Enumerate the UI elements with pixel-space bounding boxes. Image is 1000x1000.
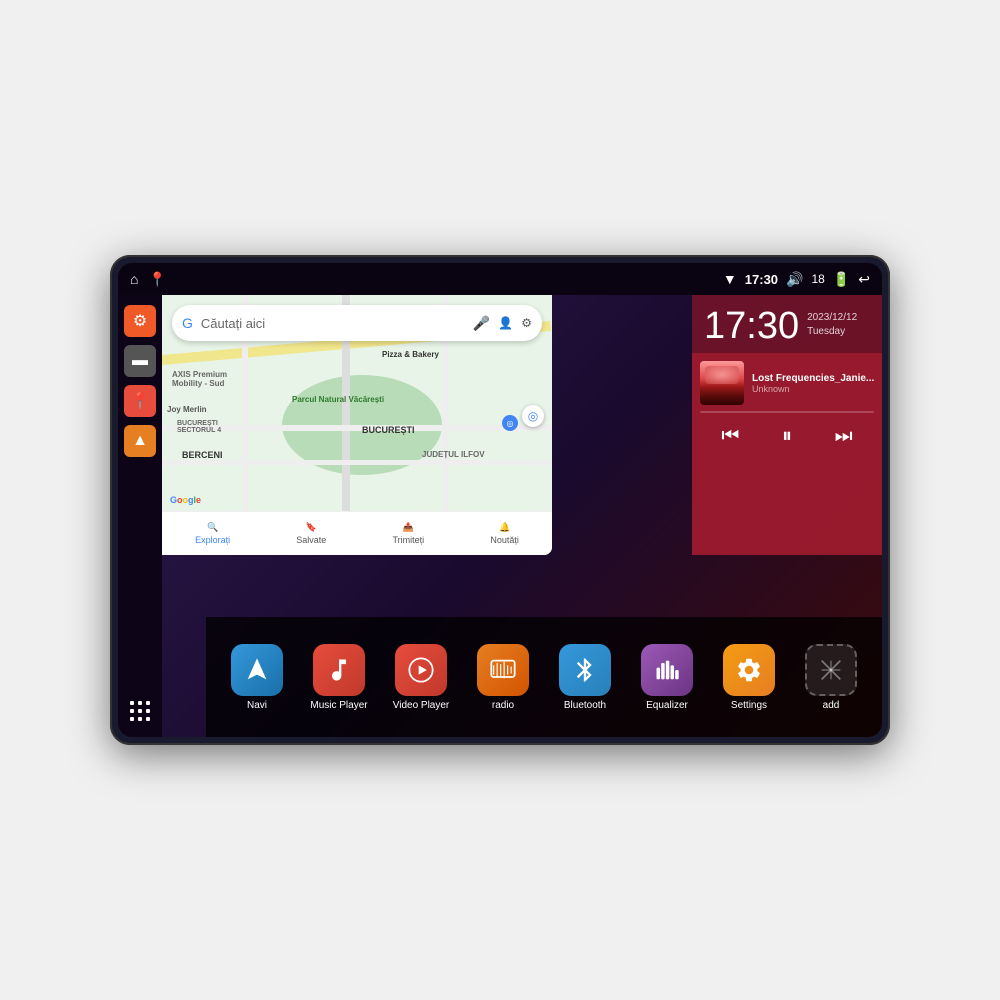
map-google-icon: G	[182, 315, 193, 331]
music-text: Lost Frequencies_Janie... Unknown	[752, 373, 874, 394]
music-section: Lost Frequencies_Janie... Unknown ⏮ ⏸ ⏭	[692, 353, 882, 555]
next-button[interactable]: ⏭	[831, 421, 857, 452]
prev-button[interactable]: ⏮	[717, 421, 743, 452]
pause-button[interactable]: ⏸	[778, 421, 796, 452]
settings-icon	[723, 644, 775, 696]
app-equalizer[interactable]: Equalizer	[637, 644, 697, 711]
map-search-text: Căutați aici	[201, 316, 465, 331]
sidebar-map[interactable]: 📍	[124, 385, 156, 417]
device-outer: ⌂ 📍 ▼ 17:30 🔊 18 🔋 ↩	[110, 255, 890, 745]
volume-icon: 🔊	[786, 271, 803, 288]
main-content: ⚙ ▬ 📍 ▲	[118, 295, 882, 737]
sidebar-apps[interactable]	[124, 695, 156, 727]
wifi-icon: ▼	[723, 271, 737, 287]
app-navi[interactable]: Navi	[227, 644, 287, 711]
map-account-icon[interactable]: 👤	[498, 316, 513, 330]
center-area: AXIS PremiumMobility - Sud Pizza & Baker…	[162, 295, 882, 737]
map-share[interactable]: 📤 Trimiteți	[393, 522, 425, 545]
app-bluetooth[interactable]: Bluetooth	[555, 644, 615, 711]
map-search-bar[interactable]: G Căutați aici 🎤 👤 ⚙	[172, 305, 542, 341]
clock-time: 17:30	[704, 307, 799, 345]
right-panel: 17:30 2023/12/12 Tuesday	[692, 295, 882, 555]
music-controls: ⏮ ⏸ ⏭	[700, 421, 874, 452]
settings-label: Settings	[731, 700, 767, 711]
video-label: Video Player	[393, 700, 450, 711]
music-label: Music Player	[310, 700, 367, 711]
sidebar-nav[interactable]: ▲	[124, 425, 156, 457]
video-icon	[395, 644, 447, 696]
navi-label: Navi	[247, 700, 267, 711]
app-radio[interactable]: radio	[473, 644, 533, 711]
device-screen: ⌂ 📍 ▼ 17:30 🔊 18 🔋 ↩	[118, 263, 882, 737]
album-art-image	[700, 361, 744, 405]
clock-section: 17:30 2023/12/12 Tuesday	[692, 295, 882, 353]
status-left: ⌂ 📍	[130, 271, 166, 288]
equalizer-icon	[641, 644, 693, 696]
add-label: add	[823, 700, 840, 711]
status-bar: ⌂ 📍 ▼ 17:30 🔊 18 🔋 ↩	[118, 263, 882, 295]
battery-count: 18	[811, 272, 824, 286]
map-settings-icon[interactable]: ⚙	[521, 316, 532, 330]
bluetooth-icon	[559, 644, 611, 696]
radio-icon	[477, 644, 529, 696]
album-art	[700, 361, 744, 405]
app-grid: Navi Music Player	[206, 617, 882, 737]
clock-date: 2023/12/12 Tuesday	[807, 311, 857, 339]
app-video[interactable]: Video Player	[391, 644, 451, 711]
navi-icon	[231, 644, 283, 696]
map-explore[interactable]: 🔍 Explorați	[195, 522, 230, 545]
music-icon	[313, 644, 365, 696]
bluetooth-label: Bluetooth	[564, 700, 606, 711]
map-news[interactable]: 🔔 Noutăți	[490, 522, 519, 545]
music-info-row: Lost Frequencies_Janie... Unknown	[700, 361, 874, 405]
add-icon	[805, 644, 857, 696]
back-icon[interactable]: ↩	[858, 271, 870, 288]
sidebar-files[interactable]: ▬	[124, 345, 156, 377]
app-settings[interactable]: Settings	[719, 644, 779, 711]
home-icon[interactable]: ⌂	[130, 271, 138, 287]
music-artist: Unknown	[752, 384, 874, 394]
app-music[interactable]: Music Player	[309, 644, 369, 711]
battery-icon: 🔋	[833, 271, 850, 288]
maps-icon[interactable]: 📍	[148, 271, 165, 288]
sidebar: ⚙ ▬ 📍 ▲	[118, 295, 162, 737]
map-widget[interactable]: AXIS PremiumMobility - Sud Pizza & Baker…	[162, 295, 552, 555]
status-right: ▼ 17:30 🔊 18 🔋 ↩	[723, 271, 870, 288]
map-bottom-bar: 🔍 Explorați 🔖 Salvate 📤 Trimiteți �	[162, 511, 552, 555]
app-add[interactable]: add	[801, 644, 861, 711]
music-progress-bar[interactable]	[700, 411, 874, 413]
map-mic-icon[interactable]: 🎤	[473, 315, 490, 332]
sidebar-settings[interactable]: ⚙	[124, 305, 156, 337]
equalizer-label: Equalizer	[646, 700, 688, 711]
music-title: Lost Frequencies_Janie...	[752, 373, 874, 384]
status-time: 17:30	[745, 272, 778, 287]
map-saved[interactable]: 🔖 Salvate	[296, 522, 326, 545]
radio-label: radio	[492, 700, 514, 711]
